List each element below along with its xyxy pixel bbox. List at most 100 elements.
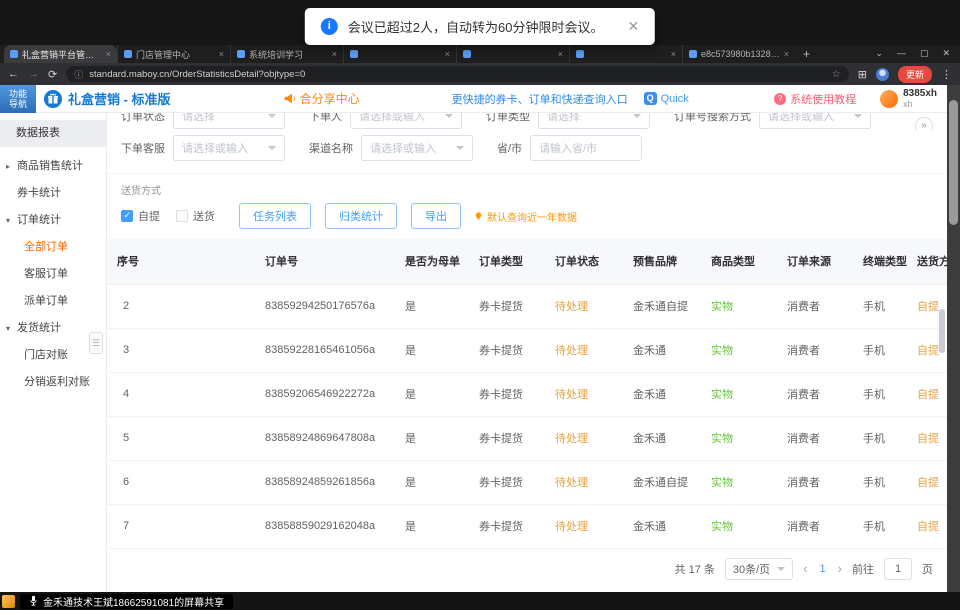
column-header: 订单状态	[545, 239, 623, 284]
filter-label: 订单状态	[121, 113, 165, 124]
func-nav-toggle[interactable]: 功能导航	[0, 85, 36, 113]
next-page-icon[interactable]	[838, 562, 842, 575]
toolbar-buttons: 任务列表 归类统计 导出	[239, 203, 461, 229]
username: 8385xh	[903, 89, 937, 99]
reload-icon[interactable]	[48, 68, 57, 81]
column-header: 是否为母单	[395, 239, 469, 284]
delivery-checkbox[interactable]: 送货	[176, 208, 215, 224]
toast-close-icon[interactable]	[627, 18, 639, 35]
browser-tab[interactable]: 礼盒营销平台管理中心	[4, 45, 117, 63]
cell-brand: 金禾通自提	[623, 284, 701, 328]
filter-select[interactable]: 请选择或输入	[759, 113, 871, 129]
tab-close-icon[interactable]	[671, 49, 676, 59]
quick-link[interactable]: Q Quick	[644, 92, 689, 105]
tab-close-icon[interactable]	[106, 49, 111, 59]
expand-filters-button[interactable]: »	[915, 117, 933, 131]
main-content: 订单状态 请选择 下单人 请选择或输入	[107, 113, 947, 592]
column-header: 商品类型	[701, 239, 777, 284]
sidebar-item[interactable]: 分销返利对账	[0, 369, 106, 396]
browser-profile-avatar[interactable]	[876, 68, 889, 81]
chevron-down-icon	[854, 114, 862, 122]
maximize-icon[interactable]	[920, 48, 929, 59]
cell-index: 7	[107, 504, 255, 548]
close-window-icon[interactable]	[942, 48, 950, 59]
cell-order-type: 券卡提货	[469, 504, 545, 548]
browser-tab[interactable]	[456, 45, 569, 63]
browser-tab[interactable]: 门店管理中心	[117, 45, 230, 63]
filter-select[interactable]: 请选择	[538, 113, 650, 129]
cell-terminal-type: 手机	[853, 504, 907, 548]
tab-close-icon[interactable]	[784, 49, 789, 59]
sidebar-item[interactable]: 客服订单	[0, 261, 106, 288]
tab-close-icon[interactable]	[445, 49, 450, 59]
tab-favicon	[576, 50, 584, 58]
filter-select[interactable]: 请选择	[173, 113, 285, 129]
toolbar-button[interactable]: 归类统计	[325, 203, 397, 229]
screen-share-bar: 金禾通技术王斌18662591081的屏幕共享	[0, 592, 960, 610]
filter-select[interactable]: 请选择或输入	[350, 113, 462, 129]
sidebar-collapse-handle[interactable]	[89, 332, 103, 354]
cell-order-status: 待处理	[545, 460, 623, 504]
table-row[interactable]: 4 83859206546922272a 是 券卡提货 待处理 金禾通 实物 消…	[107, 372, 947, 416]
chevron-down-icon	[445, 114, 453, 122]
new-tab-button[interactable]	[803, 47, 810, 61]
scrollbar-thumb[interactable]	[949, 100, 958, 225]
sidebar-item[interactable]: 券卡统计	[0, 180, 106, 207]
table-row[interactable]: 6 83858924859261856a 是 券卡提货 待处理 金禾通自提 实物…	[107, 460, 947, 504]
minimize-icon[interactable]	[897, 48, 906, 59]
tab-close-icon[interactable]	[332, 49, 337, 59]
cell-is-parent: 是	[395, 460, 469, 504]
sidebar-item[interactable]: 全部订单	[0, 234, 106, 261]
site-info-icon[interactable]	[74, 68, 83, 81]
table-row[interactable]: 3 83859228165461056a 是 券卡提货 待处理 金禾通 实物 消…	[107, 328, 947, 372]
forward-icon[interactable]	[28, 68, 39, 80]
tab-close-icon[interactable]	[558, 49, 563, 59]
cell-order-source: 消费者	[777, 504, 853, 548]
tutorial-link[interactable]: 系统使用教程	[774, 91, 856, 107]
bookmark-star-icon[interactable]	[832, 69, 841, 80]
sidebar-item[interactable]: 商品销售统计	[0, 153, 106, 180]
toolbar-button[interactable]: 任务列表	[239, 203, 311, 229]
filter-select[interactable]: 请输入省/市	[530, 135, 642, 161]
user-menu[interactable]: 8385xh xh	[880, 89, 937, 109]
table-row[interactable]: 5 83858924869647808a 是 券卡提货 待处理 金禾通 实物 消…	[107, 416, 947, 460]
cell-order-number: 83858859029162048a	[255, 504, 395, 548]
filter-select[interactable]: 请选择或输入	[361, 135, 473, 161]
cell-is-parent: 是	[395, 284, 469, 328]
goto-page-input[interactable]: 1	[884, 558, 912, 580]
tab-title: e8c573980b1328a258fd2e6...	[701, 49, 780, 59]
toolbar: 送货方式 自提 送货	[107, 174, 947, 239]
sidebar-item[interactable]: 派单订单	[0, 288, 106, 315]
app-logo-icon	[44, 90, 62, 108]
browser-tab[interactable]: 系统培训学习	[230, 45, 343, 63]
cell-order-source: 消费者	[777, 284, 853, 328]
menu-kebab-icon[interactable]	[941, 68, 952, 81]
update-button[interactable]: 更新	[898, 66, 932, 83]
cell-brand: 金禾通	[623, 416, 701, 460]
filter-select[interactable]: 请选择或输入	[173, 135, 285, 161]
table-row[interactable]: 2 83859294250176576a 是 券卡提货 待处理 金禾通自提 实物…	[107, 284, 947, 328]
address-bar[interactable]: standard.maboy.cn/OrderStatisticsDetail?…	[66, 66, 849, 82]
promo-link[interactable]: 更快捷的券卡、订单和快递查询入口	[452, 91, 628, 107]
current-page[interactable]: 1	[818, 563, 828, 575]
tab-close-icon[interactable]	[219, 49, 224, 59]
sidebar-item[interactable]: 订单统计	[0, 207, 106, 234]
browser-tab[interactable]	[343, 45, 456, 63]
cell-order-type: 券卡提货	[469, 372, 545, 416]
back-icon[interactable]	[8, 68, 19, 80]
table-scrollbar[interactable]	[939, 309, 945, 353]
extensions-icon[interactable]	[858, 68, 867, 81]
browser-tab[interactable]	[569, 45, 682, 63]
browser-tab[interactable]: e8c573980b1328a258fd2e6...	[682, 45, 795, 63]
page-scrollbar[interactable]	[947, 85, 960, 592]
page-size-select[interactable]: 30条/页	[725, 558, 793, 580]
prev-page-icon[interactable]	[803, 562, 807, 575]
column-header: 送货方式	[907, 239, 947, 284]
tab-search-icon[interactable]	[875, 48, 883, 59]
column-header: 订单类型	[469, 239, 545, 284]
toolbar-button[interactable]: 导出	[411, 203, 461, 229]
table-row[interactable]: 7 83858859029162048a 是 券卡提货 待处理 金禾通 实物 消…	[107, 504, 947, 548]
delivery-checkbox[interactable]: 自提	[121, 208, 160, 224]
cell-delivery-method: 自提	[907, 416, 947, 460]
share-center-link[interactable]: 合分享中心	[283, 90, 360, 107]
